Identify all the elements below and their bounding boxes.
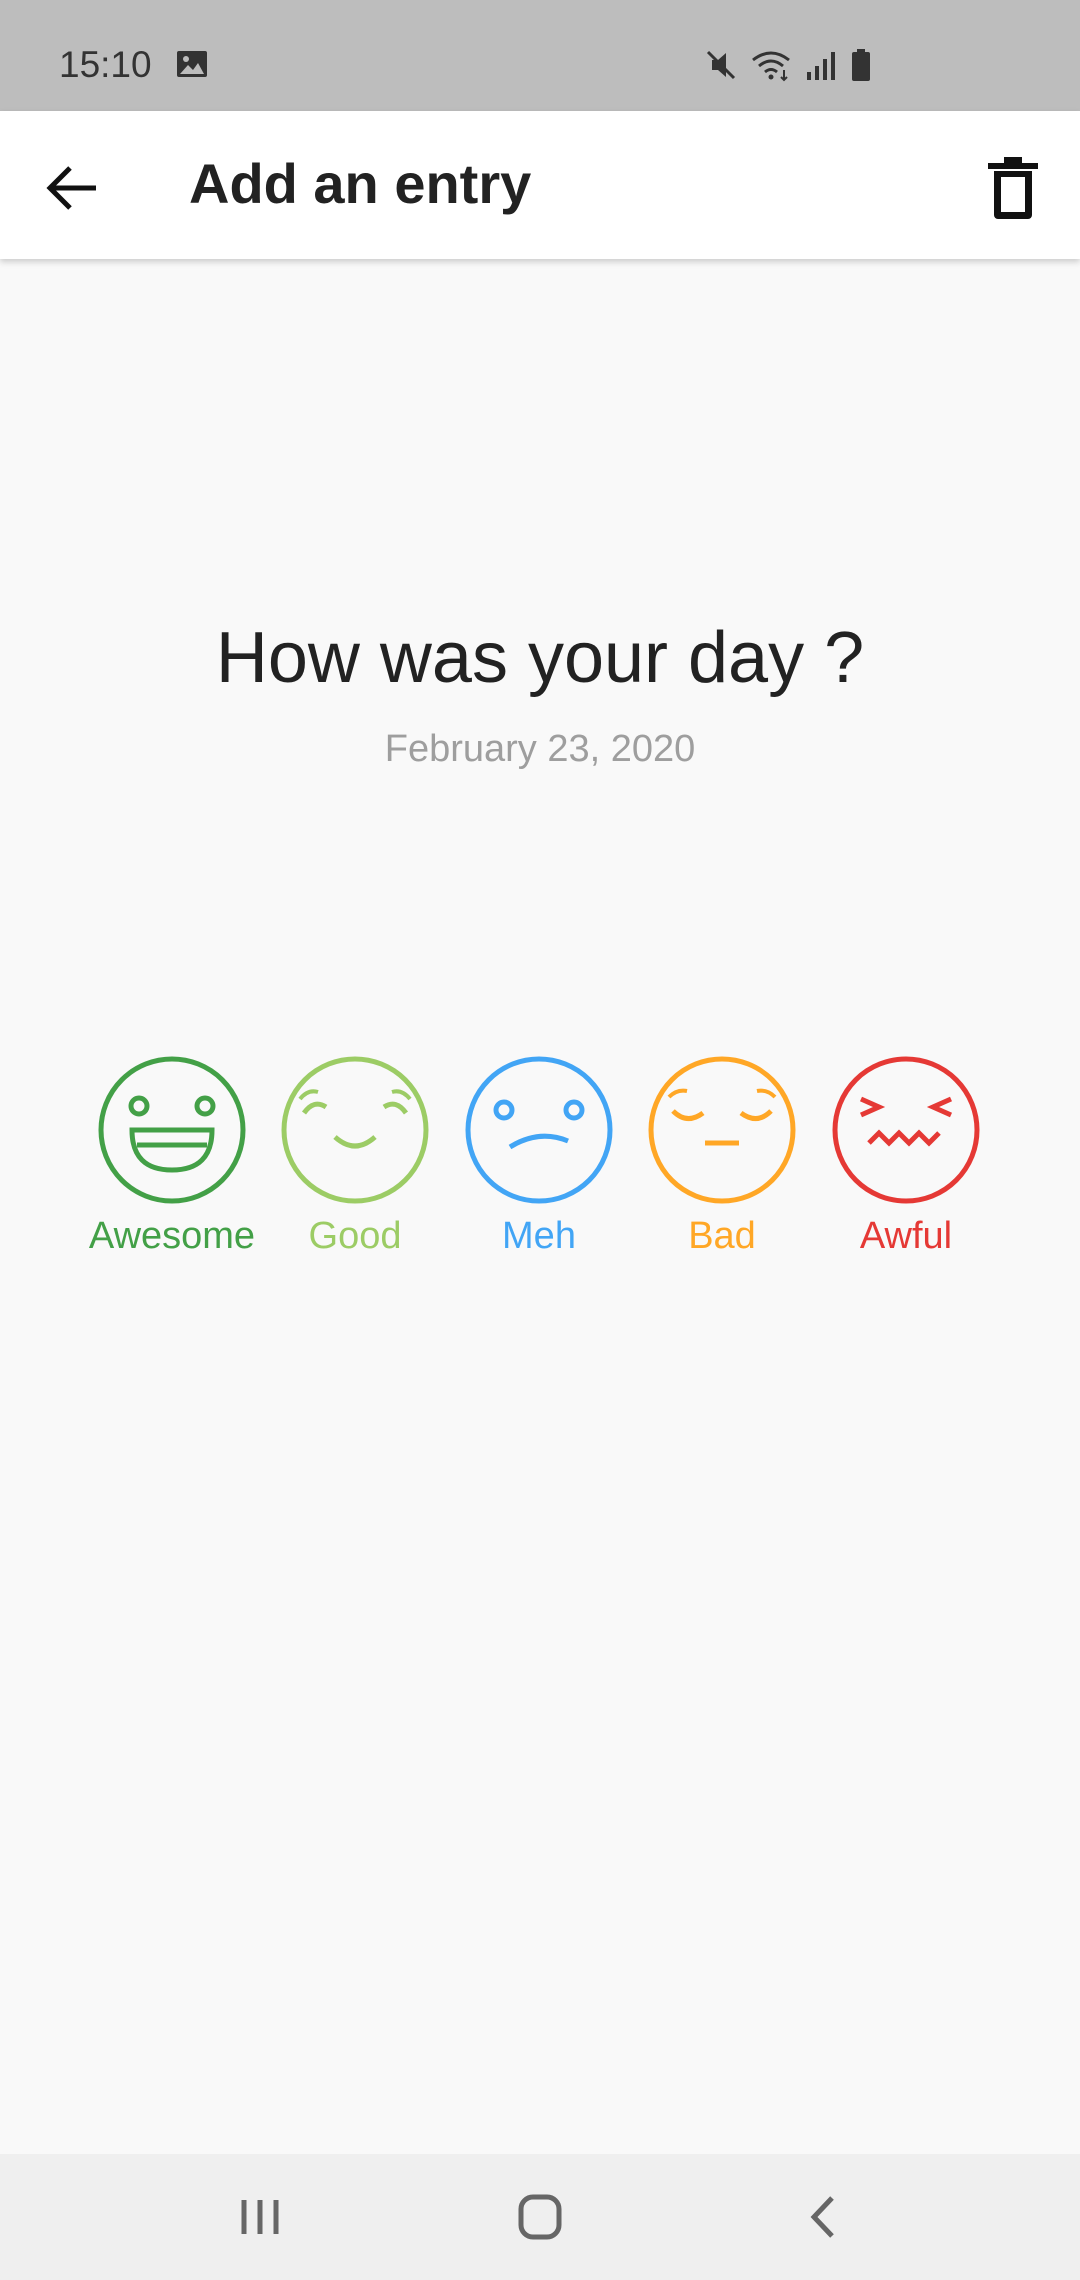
mood-label: Meh xyxy=(502,1215,576,1257)
awful-face-icon xyxy=(832,1056,980,1204)
status-icons xyxy=(704,45,872,85)
back-nav-icon[interactable] xyxy=(784,2184,864,2250)
mute-icon xyxy=(706,50,736,80)
mood-label: Awful xyxy=(859,1215,953,1257)
meh-face-icon xyxy=(465,1056,613,1204)
mood-option-awesome[interactable]: Awesome xyxy=(80,1055,264,1258)
wifi-icon xyxy=(752,51,790,82)
mood-option-meh[interactable]: Meh xyxy=(447,1055,631,1258)
mood-label: Bad xyxy=(688,1215,756,1257)
mood-option-good[interactable]: Good xyxy=(263,1055,447,1258)
entry-date[interactable]: February 23, 2020 xyxy=(0,728,1080,771)
signal-icon xyxy=(807,52,835,80)
battery-icon xyxy=(852,49,870,81)
arrow-back-icon[interactable] xyxy=(40,155,106,221)
system-nav-bar xyxy=(0,2154,1080,2280)
mood-label: Awesome xyxy=(88,1215,256,1257)
good-face-icon xyxy=(281,1056,429,1204)
page-title: Add an entry xyxy=(189,152,532,215)
recent-apps-icon[interactable] xyxy=(220,2184,300,2250)
status-bar: 15:10 xyxy=(0,0,1080,111)
trash-icon[interactable] xyxy=(982,153,1044,221)
bad-face-icon xyxy=(648,1056,796,1204)
app-bar: Add an entry xyxy=(0,111,1080,259)
mood-label: Good xyxy=(308,1215,402,1257)
home-icon[interactable] xyxy=(500,2184,580,2250)
question-heading: How was your day ? xyxy=(215,618,865,698)
mood-option-awful[interactable]: Awful xyxy=(814,1055,998,1258)
mood-option-bad[interactable]: Bad xyxy=(630,1055,814,1258)
status-time: 15:10 xyxy=(59,44,152,85)
image-notification-icon xyxy=(177,51,207,77)
awesome-face-icon xyxy=(98,1056,246,1204)
